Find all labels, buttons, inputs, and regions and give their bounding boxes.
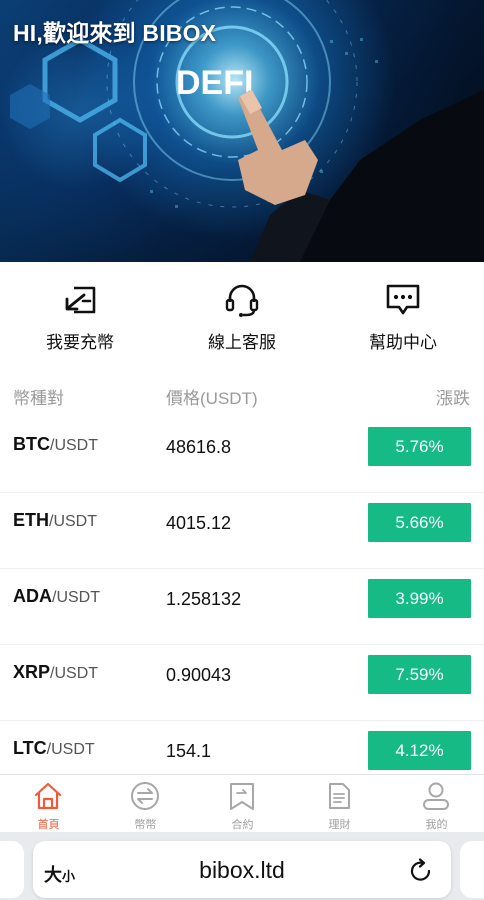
quote-symbol: /USDT <box>49 513 97 530</box>
tab-finance[interactable]: 理財 <box>291 775 388 833</box>
price-value: 0.90043 <box>166 665 232 685</box>
url-text: bibox.ltd <box>199 857 285 883</box>
base-symbol: BTC <box>13 434 50 454</box>
previous-tab-preview[interactable] <box>0 841 24 898</box>
address-bar[interactable]: 大小 bibox.ltd <box>33 841 451 898</box>
exchange-icon <box>131 782 159 810</box>
pair-label: BTC/USDT <box>13 434 98 455</box>
change-badge[interactable]: 3.99% <box>368 579 471 618</box>
base-symbol: XRP <box>13 662 51 682</box>
change-badge[interactable]: 4.12% <box>368 731 471 770</box>
home-icon <box>34 782 62 810</box>
document-icon <box>329 783 350 809</box>
base-symbol: LTC <box>13 738 47 758</box>
tab-profile-label: 我的 <box>425 819 448 831</box>
quote-symbol: /USDT <box>50 665 99 682</box>
market-row-xrp[interactable]: XRP/USDT 0.90043 7.59% <box>0 644 484 721</box>
hero-banner[interactable]: DEFI HI,歡迎來到 BIBOX <box>0 0 484 262</box>
column-pair: 幣種對 <box>13 389 64 408</box>
headset-icon <box>225 284 259 317</box>
quote-symbol: /USDT <box>50 437 98 454</box>
tab-profile[interactable]: 我的 <box>388 775 484 833</box>
tab-contract[interactable]: 合約 <box>194 775 291 833</box>
base-symbol: ETH <box>13 510 49 530</box>
market-row-ada[interactable]: ADA/USDT 1.258132 3.99% <box>0 568 484 645</box>
change-badge[interactable]: 5.76% <box>368 427 471 466</box>
welcome-greeting: HI,歡迎來到 BIBOX <box>13 20 217 46</box>
quick-actions: 我要充幣 線上客服 幫助中心 <box>0 262 484 368</box>
column-change: 漲跌 <box>436 389 470 408</box>
tab-finance-label: 理財 <box>328 819 351 831</box>
help-center-button[interactable]: 幫助中心 <box>323 262 483 368</box>
pair-label: ETH/USDT <box>13 510 97 531</box>
pair-label: LTC/USDT <box>13 738 95 759</box>
quote-symbol: /USDT <box>46 741 95 758</box>
bottom-tab-bar: 首頁 幣幣 合約 理財 我的 <box>0 774 484 833</box>
browser-toolbar: 大小 bibox.ltd <box>0 832 484 900</box>
customer-service-button[interactable]: 線上客服 <box>162 262 322 368</box>
customer-service-label: 線上客服 <box>208 333 276 352</box>
market-row-eth[interactable]: ETH/USDT 4015.12 5.66% <box>0 492 484 569</box>
pair-label: XRP/USDT <box>13 662 98 683</box>
column-price: 價格(USDT) <box>166 389 258 408</box>
tab-spot[interactable]: 幣幣 <box>97 775 194 833</box>
price-value: 154.1 <box>166 741 212 761</box>
deposit-button[interactable]: 我要充幣 <box>0 262 160 368</box>
deposit-label: 我要充幣 <box>46 333 114 352</box>
pair-label: ADA/USDT <box>13 586 100 607</box>
price-value: 1.258132 <box>166 589 242 609</box>
market-row-btc[interactable]: BTC/USDT 48616.8 5.76% <box>0 416 484 493</box>
price-value: 4015.12 <box>166 513 232 533</box>
market-table-header: 幣種對 價格(USDT) 漲跌 <box>0 380 484 410</box>
next-tab-preview[interactable] <box>460 841 484 898</box>
price-value: 48616.8 <box>166 437 232 457</box>
change-badge[interactable]: 7.59% <box>368 655 471 694</box>
chat-bubble-icon <box>386 284 420 315</box>
quote-symbol: /USDT <box>52 589 100 606</box>
reload-icon[interactable] <box>410 858 434 884</box>
bookmark-icon <box>230 783 254 810</box>
tab-spot-label: 幣幣 <box>134 819 157 831</box>
tab-home[interactable]: 首頁 <box>0 775 97 833</box>
deposit-icon <box>65 286 96 314</box>
base-symbol: ADA <box>13 586 52 606</box>
help-center-label: 幫助中心 <box>369 333 437 352</box>
tab-home-label: 首頁 <box>37 819 60 831</box>
user-icon <box>423 782 449 810</box>
change-badge[interactable]: 5.66% <box>368 503 471 542</box>
tab-contract-label: 合約 <box>231 819 254 831</box>
